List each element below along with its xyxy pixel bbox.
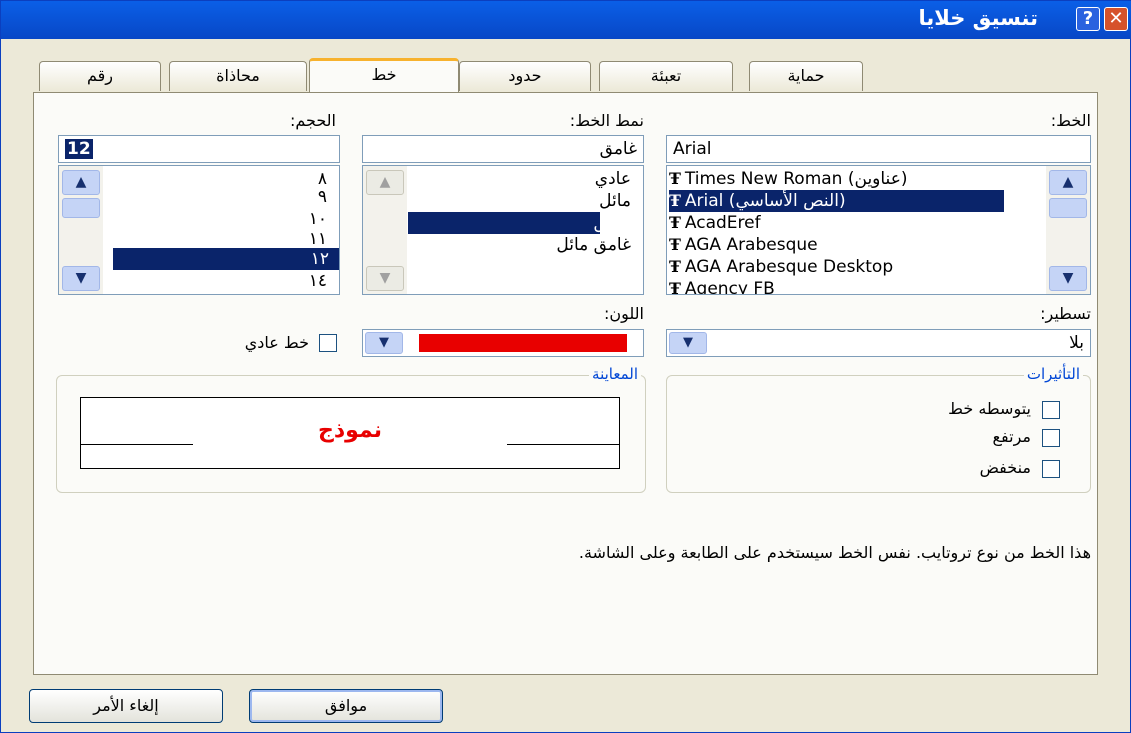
tab-font[interactable]: خط xyxy=(309,58,459,92)
size-list-scrollbar[interactable]: ▲ ▼ xyxy=(59,166,103,294)
format-cells-dialog: تنسيق خلايا ? ✕ حماية تعبئة حدود خط محاذ… xyxy=(0,0,1131,733)
style-list-item[interactable]: عادي xyxy=(431,168,631,190)
truetype-icon: Ŧ xyxy=(669,235,681,254)
size-label: الحجم: xyxy=(289,111,336,130)
font-size-list[interactable]: ▲ ▼ ٨ ٩ ١٠ ١١ ١٢ ١٤ xyxy=(58,165,340,295)
truetype-icon: Ŧ xyxy=(669,191,681,210)
effects-title: التأثيرات xyxy=(1023,365,1083,383)
tab-number[interactable]: رقم xyxy=(39,61,161,91)
dropdown-arrow-icon[interactable]: ▼ xyxy=(365,332,403,354)
cancel-button[interactable]: إلغاء الأمر xyxy=(29,689,223,723)
scroll-thumb[interactable] xyxy=(1049,198,1087,218)
font-list-item[interactable]: Ŧ Agency FB xyxy=(669,278,1044,295)
subscript-checkbox[interactable] xyxy=(1042,460,1060,478)
strikethrough-label: يتوسطه خط xyxy=(948,399,1031,418)
font-size-input[interactable]: 12 xyxy=(58,135,340,163)
help-button[interactable]: ? xyxy=(1076,7,1100,31)
size-list-item-selected[interactable]: ١٢ xyxy=(113,248,339,270)
superscript-label: مرتفع xyxy=(992,427,1031,446)
normal-font-checkbox[interactable] xyxy=(319,334,337,352)
truetype-icon: Ŧ xyxy=(669,213,681,232)
style-list-item[interactable]: غامق مائل xyxy=(431,234,631,256)
ok-button[interactable]: موافق xyxy=(249,689,443,723)
underline-select[interactable]: بلا ▼ xyxy=(666,329,1091,357)
style-list-item[interactable]: مائل xyxy=(431,190,631,212)
scroll-thumb[interactable] xyxy=(62,198,100,218)
close-button[interactable]: ✕ xyxy=(1104,7,1128,31)
preview-box: نموذج xyxy=(80,397,620,469)
dialog-title: تنسيق خلايا xyxy=(918,6,1039,30)
scroll-down-button[interactable]: ▼ xyxy=(1049,266,1087,291)
font-label: الخط: xyxy=(1050,111,1091,130)
font-style-input[interactable]: غامق xyxy=(362,135,644,163)
font-style-list[interactable]: ▲ ▼ عادي مائل غامق غامق مائل xyxy=(362,165,644,295)
scroll-up-button[interactable]: ▲ xyxy=(366,170,404,195)
subscript-label: منخفض xyxy=(979,458,1031,477)
font-description: هذا الخط من نوع تروتايب. نفس الخط سيستخد… xyxy=(578,543,1091,562)
font-list-item[interactable]: Ŧ AcadEref xyxy=(669,212,1044,234)
strikethrough-checkbox[interactable] xyxy=(1042,401,1060,419)
scroll-down-button[interactable]: ▼ xyxy=(62,266,100,291)
scroll-up-button[interactable]: ▲ xyxy=(62,170,100,195)
superscript-checkbox[interactable] xyxy=(1042,429,1060,447)
style-list-item-selected[interactable]: غامق xyxy=(408,212,631,234)
font-list-item[interactable]: Ŧ AGA Arabesque xyxy=(669,234,1044,256)
tab-protection[interactable]: حماية xyxy=(749,61,863,91)
preview-sample-text: نموذج xyxy=(318,418,382,443)
tab-border[interactable]: حدود xyxy=(459,61,591,91)
color-swatch xyxy=(419,334,627,352)
font-list-item[interactable]: Ŧ Times New Roman (عناوين) xyxy=(669,168,1044,190)
preview-title: المعاينة xyxy=(589,365,641,383)
normal-font-label: خط عادي xyxy=(244,333,309,352)
underline-label: تسطير: xyxy=(1040,304,1091,323)
color-label: اللون: xyxy=(603,304,644,323)
size-list-item[interactable]: ١٤ xyxy=(147,270,327,292)
color-select[interactable]: ▼ xyxy=(362,329,644,357)
font-name-input[interactable]: Arial xyxy=(666,135,1091,163)
tab-fill[interactable]: تعبئة xyxy=(599,61,733,91)
size-list-item[interactable]: ٩ xyxy=(147,186,327,208)
tab-alignment[interactable]: محاذاة xyxy=(169,61,307,91)
style-list-scrollbar[interactable]: ▲ ▼ xyxy=(363,166,407,294)
font-list-item-selected[interactable]: Ŧ Arial (النص الأساسي) xyxy=(669,190,1004,212)
font-list-item[interactable]: Ŧ AGA Arabesque Desktop xyxy=(669,256,1044,278)
font-list[interactable]: ▲ ▼ Ŧ Times New Roman (عناوين) Ŧ Arial (ال… xyxy=(666,165,1091,295)
scroll-down-button[interactable]: ▼ xyxy=(366,266,404,291)
style-label: نمط الخط: xyxy=(569,111,644,130)
font-tab-panel: الخط: Arial ▲ ▼ Ŧ Times New Roman (عناوين… xyxy=(33,92,1098,675)
truetype-icon: Ŧ xyxy=(669,279,681,295)
truetype-icon: Ŧ xyxy=(669,169,681,188)
title-bar: تنسيق خلايا ? ✕ xyxy=(1,1,1131,39)
dropdown-arrow-icon[interactable]: ▼ xyxy=(669,332,707,354)
preview-baseline-right xyxy=(507,444,619,445)
truetype-icon: Ŧ xyxy=(669,257,681,276)
size-list-item[interactable]: ١١ xyxy=(147,228,327,250)
scroll-up-button[interactable]: ▲ xyxy=(1049,170,1087,195)
preview-baseline-left xyxy=(81,444,193,445)
size-list-item[interactable]: ١٠ xyxy=(147,208,327,230)
font-list-scrollbar[interactable]: ▲ ▼ xyxy=(1046,166,1090,294)
